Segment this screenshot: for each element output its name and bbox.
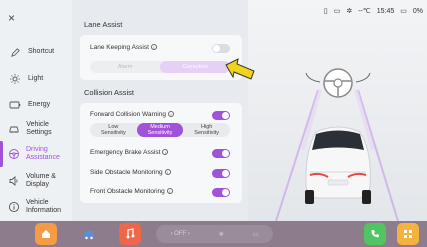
- battery-icon: [8, 98, 22, 112]
- settings-panel: Lane Assist Lane Keeping Assist i Alarm C…: [72, 0, 248, 221]
- pen-icon: [8, 45, 22, 59]
- fcw-row: Forward Collision Warning i: [90, 111, 174, 118]
- collision-assist-card: Forward Collision Warning i Low Sensitivit…: [80, 103, 242, 203]
- info-icon[interactable]: i: [150, 44, 157, 51]
- home-icon: [42, 230, 50, 238]
- sidebar-item-vehicle-settings[interactable]: Vehicle Settings: [4, 118, 70, 140]
- close-button[interactable]: ×: [8, 11, 15, 25]
- lane-keeping-row: Lane Keeping Assist i: [90, 44, 157, 51]
- road-illustration: [275, 68, 399, 221]
- car-illustration: [305, 126, 371, 204]
- sidebar-item-label: Energy: [28, 101, 51, 108]
- front-obstacle-row: Front Obstacle Monitoring i: [90, 188, 173, 195]
- bottom-dock: ‹ OFF › ✲ ▭: [0, 221, 427, 247]
- car-button[interactable]: [78, 223, 100, 245]
- lane-keeping-toggle[interactable]: [212, 44, 230, 53]
- info-icon[interactable]: i: [164, 169, 171, 176]
- fan-icon[interactable]: ✲: [219, 231, 224, 238]
- sensitivity-high-option[interactable]: High Sensitivity: [183, 123, 230, 137]
- apps-button[interactable]: [397, 223, 419, 245]
- seat-heater-icon[interactable]: ▭: [253, 231, 259, 238]
- sidebar-item-volume-display[interactable]: Volume & Display: [4, 170, 70, 192]
- phone-icon: [371, 230, 379, 238]
- music-button[interactable]: [119, 223, 141, 245]
- front-obstacle-toggle[interactable]: [212, 188, 230, 197]
- sidebar-item-label: Volume & Display: [26, 173, 56, 188]
- sidebar-item-label: Vehicle Information: [26, 199, 62, 214]
- sidebar-item-label: Shortcut: [28, 48, 55, 55]
- sidebar-item-vehicle-information[interactable]: Vehicle Information: [4, 196, 70, 218]
- sidebar-item-driving-assistance[interactable]: Driving Assistance: [4, 143, 70, 165]
- home-button[interactable]: [35, 223, 57, 245]
- side-obstacle-label: Side Obstacle Monitoring: [90, 169, 163, 176]
- sidebar-item-shortcut[interactable]: Shortcut: [4, 41, 70, 63]
- steering-wheel-icon: [8, 147, 20, 161]
- info-icon[interactable]: i: [166, 188, 173, 195]
- car-icon: [84, 231, 94, 240]
- lane-mode-selector: Alarm Correction: [90, 61, 230, 73]
- climate-control[interactable]: ‹ OFF › ✲ ▭: [156, 225, 273, 243]
- lane-assist-card: Lane Keeping Assist i Alarm Correction: [80, 35, 242, 80]
- car-icon: [8, 122, 20, 136]
- emergency-brake-toggle[interactable]: [212, 149, 230, 158]
- lane-assist-title: Lane Assist: [84, 20, 123, 29]
- side-obstacle-row: Side Obstacle Monitoring i: [90, 169, 171, 176]
- info-icon[interactable]: i: [167, 111, 174, 118]
- apps-grid-icon: [404, 230, 412, 238]
- fcw-label: Forward Collision Warning: [90, 111, 166, 118]
- speaker-icon: [8, 174, 20, 188]
- emergency-brake-row: Emergency Brake Assist i: [90, 149, 169, 156]
- sidebar-item-label: Light: [28, 75, 44, 82]
- sidebar-item-label: Vehicle Settings: [26, 121, 52, 136]
- sensitivity-low-option[interactable]: Low Sensitivity: [90, 123, 137, 137]
- sidebar-item-energy[interactable]: Energy: [4, 94, 70, 116]
- sidebar: × Shortcut Light Energy Vehicle Settings…: [0, 0, 72, 221]
- steering-wheel-icon: [305, 68, 371, 98]
- music-icon: [126, 228, 135, 239]
- vehicle-visual: ▯ ▭ ✲ --℃ 15:45 ▭ 0%: [248, 0, 427, 221]
- info-icon: [8, 200, 20, 214]
- collision-assist-title: Collision Assist: [84, 88, 135, 97]
- sensitivity-medium-option[interactable]: Medium Sensitivity: [136, 123, 184, 137]
- light-icon: [8, 72, 22, 86]
- pointer-arrow: [225, 58, 255, 80]
- mode-alarm-option[interactable]: Alarm: [90, 61, 160, 73]
- info-icon[interactable]: i: [162, 149, 169, 156]
- sensitivity-selector: Low Sensitivity Medium Sensitivity High Sen…: [90, 123, 230, 137]
- side-obstacle-toggle[interactable]: [212, 169, 230, 178]
- sidebar-item-label: Driving Assistance: [26, 146, 60, 161]
- emergency-brake-label: Emergency Brake Assist: [90, 149, 161, 156]
- mode-correction-option[interactable]: Correction: [160, 61, 230, 73]
- climate-off-label[interactable]: ‹ OFF ›: [170, 231, 189, 237]
- phone-button[interactable]: [364, 223, 386, 245]
- active-indicator: [0, 141, 3, 167]
- front-obstacle-label: Front Obstacle Monitoring: [90, 188, 165, 195]
- fcw-toggle[interactable]: [212, 111, 230, 120]
- sidebar-item-light[interactable]: Light: [4, 68, 70, 90]
- lane-keeping-label: Lane Keeping Assist: [90, 44, 149, 51]
